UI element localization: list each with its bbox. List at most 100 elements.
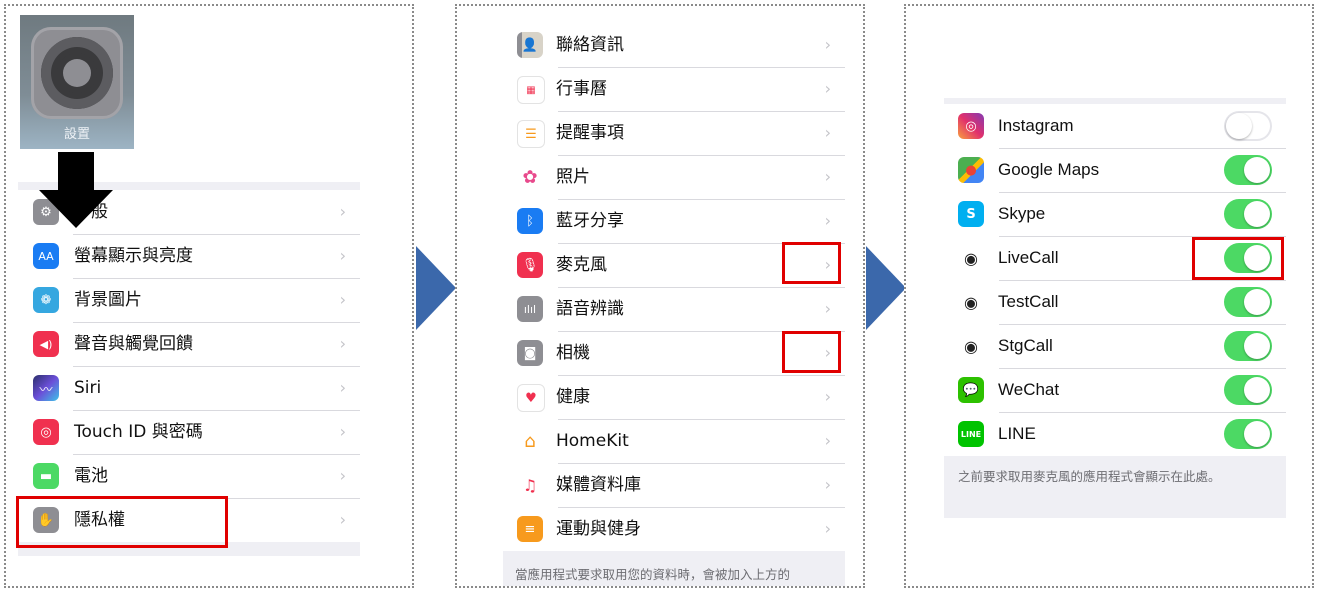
privacy-list: 👤 聯絡資訊 › ▦ 行事曆 › ☰ 提醒事項 › ✿ 照片 › ᛒ 藍牙分享 … — [503, 23, 845, 551]
settings-list: ⚙ 一般 › AA 螢幕顯示與亮度 › ❁ 背景圖片 › ◀) 聲音與觸覺回饋 … — [18, 190, 360, 542]
privacy-highlight — [16, 496, 228, 548]
settings-item-label: 背景圖片 — [74, 290, 142, 310]
app-row-line: LINE LINE — [944, 412, 1286, 456]
reminders-icon: ☰ — [517, 120, 545, 148]
chevron-right-icon: › — [824, 299, 831, 318]
skype-toggle[interactable] — [1224, 199, 1272, 229]
privacy-item-label: 聯絡資訊 — [556, 35, 624, 55]
settings-item-label: 電池 — [74, 466, 108, 486]
microphone-apps-list: ◎ Instagram ● Google Maps S Skype ◉ Live… — [944, 104, 1286, 456]
privacy-item-calendar[interactable]: ▦ 行事曆 › — [503, 67, 845, 111]
footer-note: 當應用程式要求取用您的資料時，會被加入上方的 — [515, 567, 791, 582]
aa-icon: AA — [33, 243, 59, 269]
wechat-toggle[interactable] — [1224, 375, 1272, 405]
chevron-right-icon: › — [339, 202, 346, 221]
app-row-skype: S Skype — [944, 192, 1286, 236]
wechat-icon: 💬 — [958, 377, 984, 403]
stgcall-icon: ◉ — [958, 333, 984, 359]
fitness-icon: ≡ — [517, 516, 543, 542]
privacy-item-bluetooth[interactable]: ᛒ 藍牙分享 › — [503, 199, 845, 243]
fingerprint-icon: ◎ — [33, 419, 59, 445]
camera-icon: ◙ — [517, 340, 543, 366]
arrow-down-icon — [39, 152, 113, 228]
chevron-right-icon: › — [824, 475, 831, 494]
settings-main-panel: ⚙ 一般 › AA 螢幕顯示與亮度 › ❁ 背景圖片 › ◀) 聲音與觸覺回饋 … — [4, 4, 414, 588]
app-label: Google Maps — [998, 160, 1100, 179]
privacy-item-label: 照片 — [556, 167, 590, 187]
microphone-chevron-highlight — [782, 242, 841, 284]
privacy-item-speech[interactable]: ılıl 語音辨識 › — [503, 287, 845, 331]
stgcall-toggle[interactable] — [1224, 331, 1272, 361]
contacts-icon: 👤 — [517, 32, 543, 58]
microphone-panel: ◎ Instagram ● Google Maps S Skype ◉ Live… — [904, 4, 1314, 588]
privacy-item-reminders[interactable]: ☰ 提醒事項 › — [503, 111, 845, 155]
line-toggle[interactable] — [1224, 419, 1272, 449]
camera-chevron-highlight — [782, 331, 841, 373]
settings-item-label: Touch ID 與密碼 — [74, 422, 203, 442]
app-label: StgCall — [998, 336, 1053, 355]
livecall-icon: ◉ — [958, 245, 984, 271]
settings-app-icon[interactable]: 設置 — [20, 15, 134, 149]
chevron-right-icon: › — [339, 422, 346, 441]
privacy-item-label: 行事曆 — [556, 79, 607, 99]
settings-item-battery[interactable]: ▬ 電池 › — [18, 454, 360, 498]
chevron-right-icon: › — [824, 79, 831, 98]
chevron-right-icon: › — [339, 378, 346, 397]
photos-icon: ✿ — [517, 164, 543, 190]
chevron-right-icon: › — [824, 387, 831, 406]
calendar-icon: ▦ — [517, 76, 545, 104]
app-label: Skype — [998, 204, 1046, 223]
privacy-item-label: 相機 — [556, 343, 590, 363]
privacy-item-fitness[interactable]: ≡ 運動與健身 › — [503, 507, 845, 551]
battery-icon: ▬ — [33, 463, 59, 489]
app-row-stgcall: ◉ StgCall — [944, 324, 1286, 368]
waveform-icon: ılıl — [517, 296, 543, 322]
settings-item-display[interactable]: AA 螢幕顯示與亮度 › — [18, 234, 360, 278]
skype-icon: S — [958, 201, 984, 227]
siri-icon: 〰 — [33, 375, 59, 401]
app-row-testcall: ◉ TestCall — [944, 280, 1286, 324]
settings-item-touchid[interactable]: ◎ Touch ID 與密碼 › — [18, 410, 360, 454]
heart-icon: ♥ — [517, 384, 545, 412]
privacy-item-label: HomeKit — [556, 431, 629, 451]
google-maps-toggle[interactable] — [1224, 155, 1272, 185]
app-label: LINE — [998, 424, 1036, 443]
settings-item-sounds[interactable]: ◀) 聲音與觸覺回饋 › — [18, 322, 360, 366]
settings-item-wallpaper[interactable]: ❁ 背景圖片 › — [18, 278, 360, 322]
privacy-item-contacts[interactable]: 👤 聯絡資訊 › — [503, 23, 845, 67]
speaker-icon: ◀) — [33, 331, 59, 357]
settings-item-label: Siri — [74, 378, 102, 398]
chevron-right-icon: › — [824, 211, 831, 230]
instagram-toggle[interactable] — [1224, 111, 1272, 141]
chevron-right-icon: › — [339, 290, 346, 309]
privacy-item-homekit[interactable]: ⌂ HomeKit › — [503, 419, 845, 463]
chevron-right-icon: › — [824, 167, 831, 186]
chevron-right-icon: › — [339, 466, 346, 485]
music-icon: ♫ — [517, 472, 543, 498]
gear-icon — [31, 27, 123, 119]
app-label: Instagram — [998, 116, 1074, 135]
flow-arrow-icon — [866, 246, 906, 330]
testcall-toggle[interactable] — [1224, 287, 1272, 317]
privacy-item-label: 提醒事項 — [556, 123, 624, 143]
app-label: LiveCall — [998, 248, 1059, 267]
privacy-item-health[interactable]: ♥ 健康 › — [503, 375, 845, 419]
settings-item-label: 聲音與觸覺回饋 — [74, 334, 193, 354]
testcall-icon: ◉ — [958, 289, 984, 315]
chevron-right-icon: › — [339, 246, 346, 265]
microphone-icon: 🎙 — [517, 252, 543, 278]
settings-item-siri[interactable]: 〰 Siri › — [18, 366, 360, 410]
privacy-item-media[interactable]: ♫ 媒體資料庫 › — [503, 463, 845, 507]
wallpaper-icon: ❁ — [33, 287, 59, 313]
app-row-google-maps: ● Google Maps — [944, 148, 1286, 192]
flow-arrow-icon — [416, 246, 456, 330]
google-maps-icon: ● — [958, 157, 984, 183]
privacy-item-photos[interactable]: ✿ 照片 › — [503, 155, 845, 199]
privacy-item-label: 運動與健身 — [556, 519, 641, 539]
privacy-item-label: 藍牙分享 — [556, 211, 624, 231]
app-label: TestCall — [998, 292, 1059, 311]
chevron-right-icon: › — [339, 334, 346, 353]
privacy-item-label: 媒體資料庫 — [556, 475, 641, 495]
line-icon: LINE — [958, 421, 984, 447]
instagram-icon: ◎ — [958, 113, 984, 139]
